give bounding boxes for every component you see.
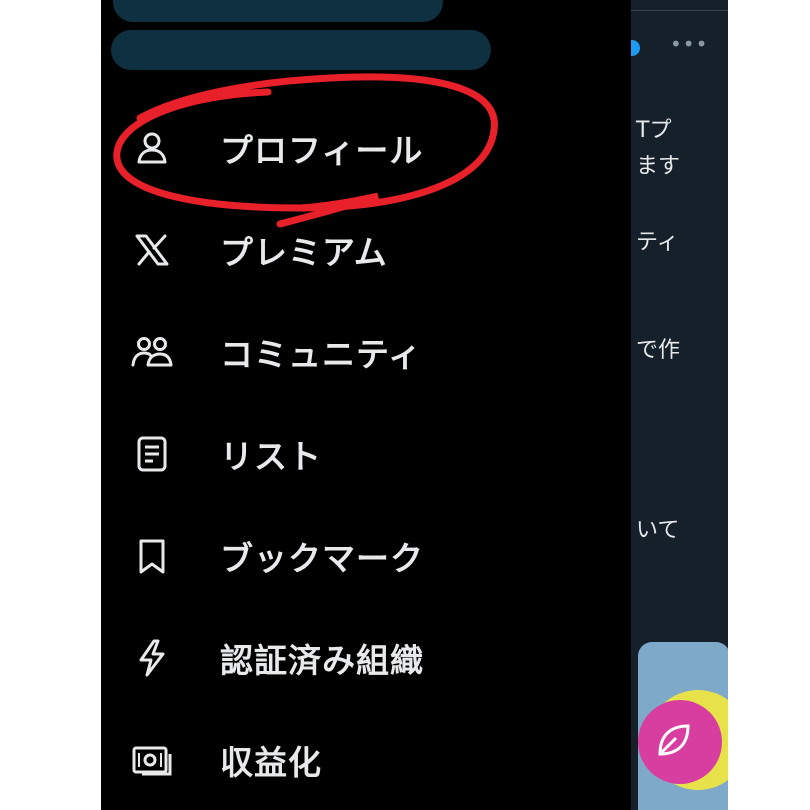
person-icon bbox=[128, 124, 176, 172]
list-icon bbox=[128, 430, 176, 478]
timeline-background: ••• Tプ ます ティ で作 いて bbox=[630, 0, 728, 810]
menu-item-label: ブックマーク bbox=[220, 539, 424, 578]
timeline-text-fragment: いて bbox=[636, 518, 680, 543]
media-thumbnail[interactable] bbox=[638, 642, 728, 810]
leaf-icon bbox=[658, 724, 690, 756]
communities-icon bbox=[128, 328, 176, 376]
menu-item-profile[interactable]: プロフィール bbox=[101, 112, 631, 184]
menu-item-monetization[interactable]: 収益化 bbox=[101, 724, 631, 796]
x-logo-icon bbox=[128, 226, 176, 274]
menu-item-label: 認証済み組織 bbox=[220, 641, 424, 680]
menu-item-bookmarks[interactable]: ブックマーク bbox=[101, 520, 631, 592]
timeline-divider bbox=[630, 10, 728, 11]
menu-item-label: プレミアム bbox=[220, 233, 388, 272]
menu-item-label: リスト bbox=[220, 437, 322, 476]
bookmark-icon bbox=[128, 532, 176, 580]
redacted-account-handle bbox=[111, 30, 491, 70]
menu-item-label: コミュニティ bbox=[220, 335, 423, 374]
lightning-icon bbox=[128, 634, 176, 682]
menu-item-label: プロフィール bbox=[220, 131, 424, 170]
menu-item-communities[interactable]: コミュニティ bbox=[101, 316, 631, 388]
navigation-drawer: プロフィール プレミアム コミュニティ リスト ブックマーク 認証済み組織 収益… bbox=[101, 0, 631, 810]
verified-badge-icon bbox=[630, 40, 640, 56]
menu-item-premium[interactable]: プレミアム bbox=[101, 214, 631, 286]
timeline-text-fragment: Tプ bbox=[636, 118, 672, 143]
more-options-icon[interactable]: ••• bbox=[670, 32, 708, 56]
screenshot: ••• Tプ ます ティ で作 いて プロフィール プレミアム コミュニティ リ… bbox=[0, 0, 810, 810]
menu-item-verified-orgs[interactable]: 認証済み組織 bbox=[101, 622, 631, 694]
menu-item-label: 収益化 bbox=[220, 743, 322, 782]
money-icon bbox=[128, 736, 176, 784]
redacted-account-name bbox=[113, 0, 443, 22]
menu-item-lists[interactable]: リスト bbox=[101, 418, 631, 490]
timeline-text-fragment: で作 bbox=[636, 338, 681, 363]
timeline-text-fragment: ティ bbox=[636, 230, 679, 255]
timeline-text-fragment: ます bbox=[636, 154, 681, 179]
